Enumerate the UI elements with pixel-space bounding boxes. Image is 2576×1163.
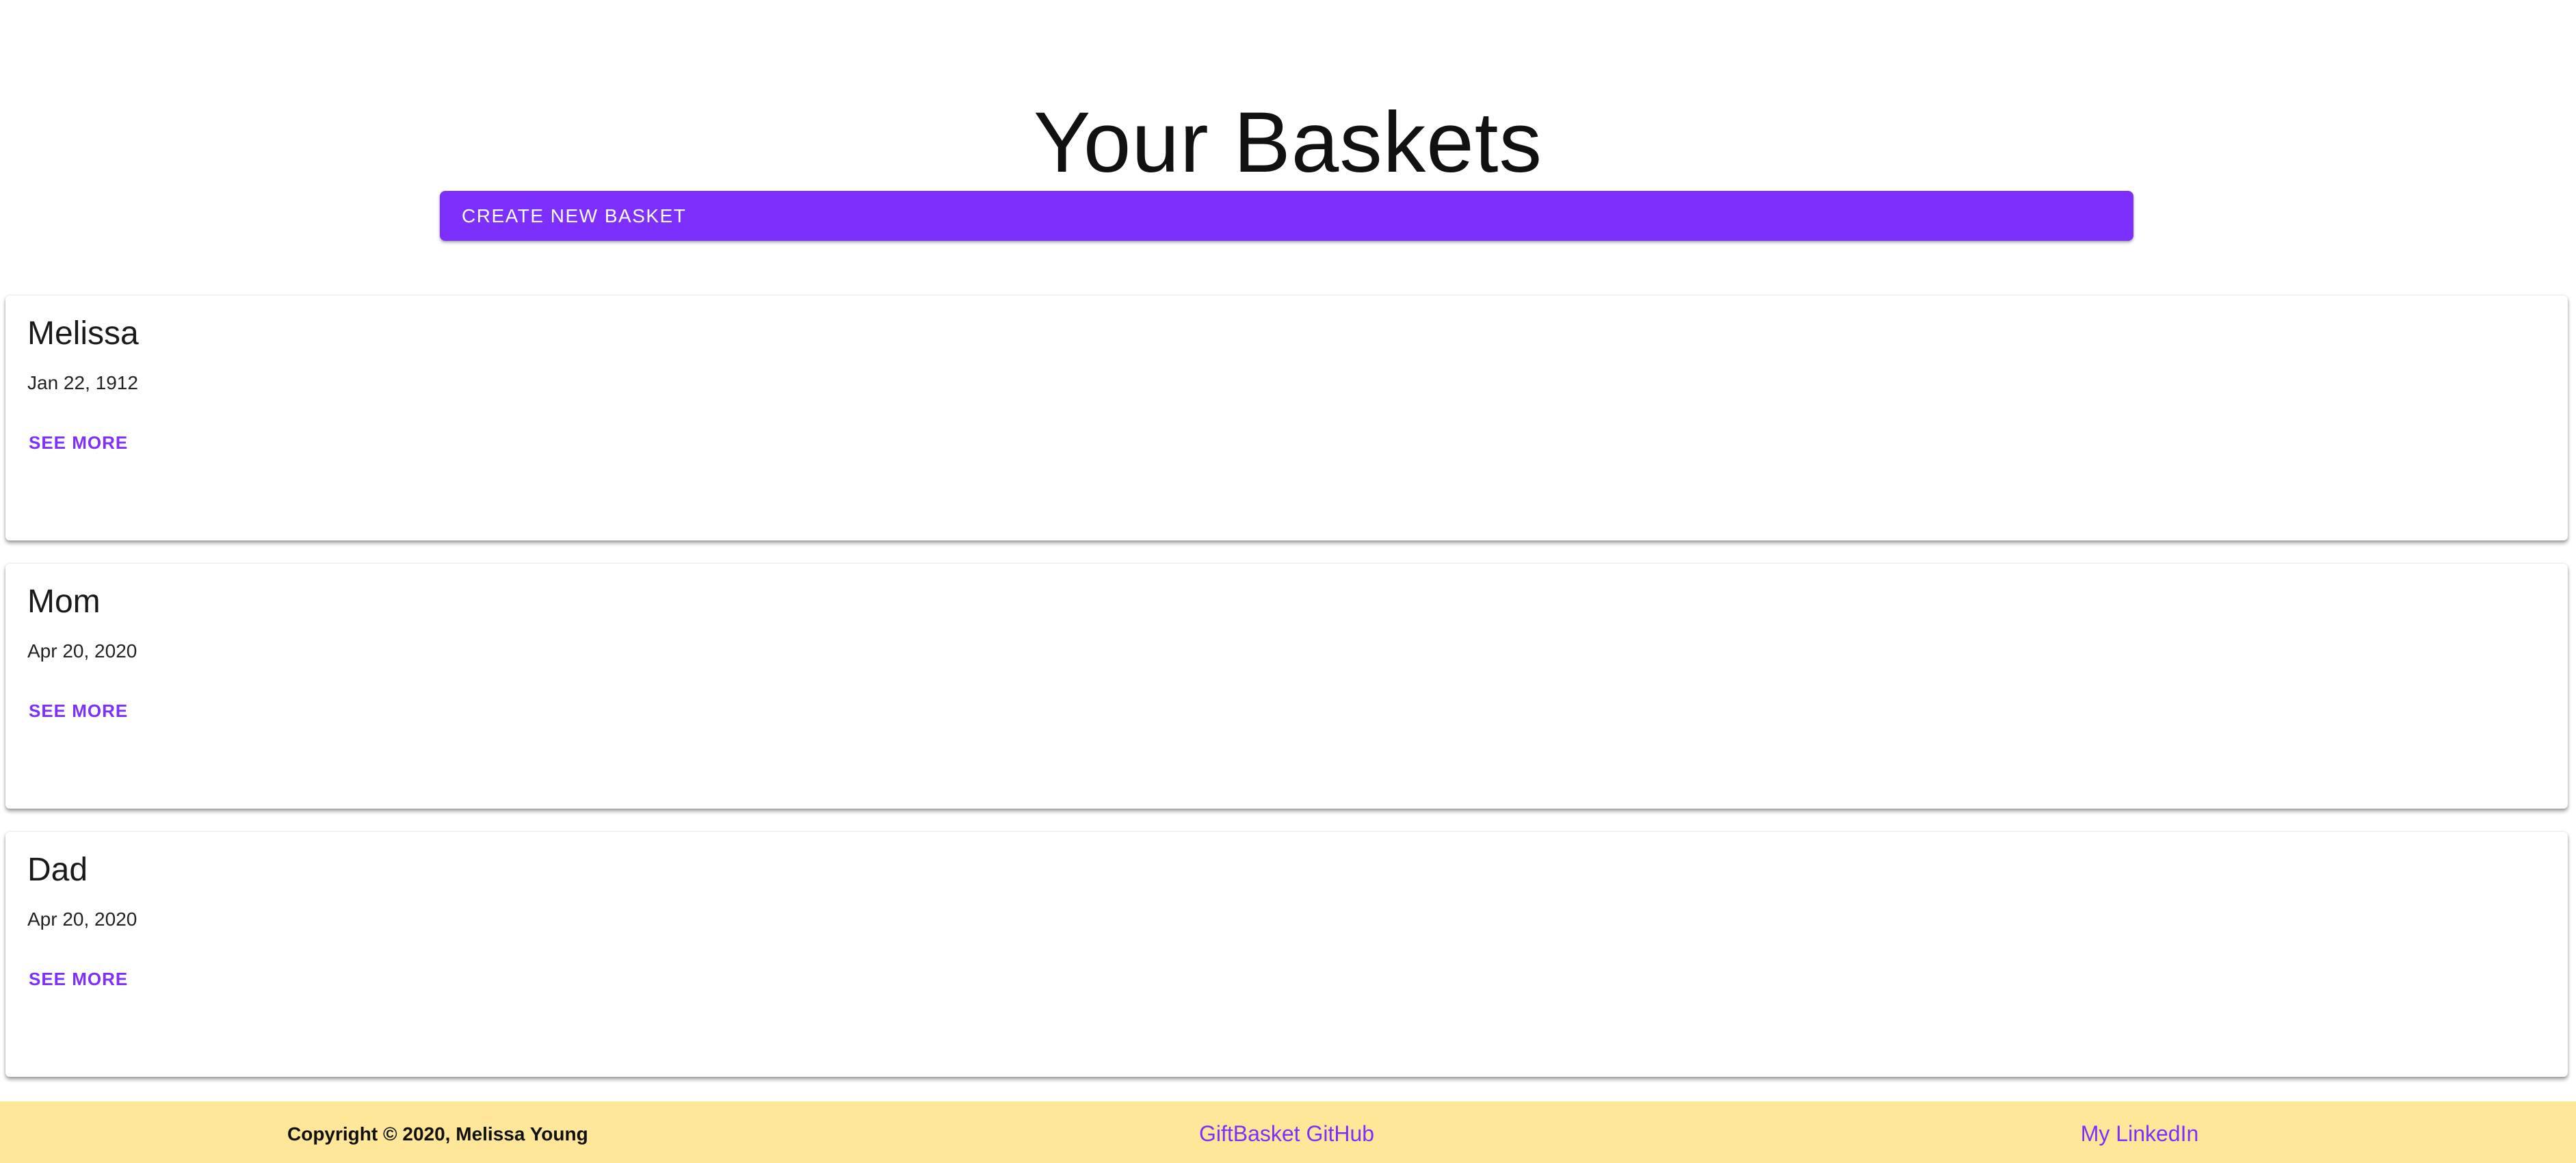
linkedin-link[interactable]: My LinkedIn — [1934, 1121, 2345, 1147]
basket-name: Mom — [27, 584, 101, 620]
create-basket-button[interactable]: CREATE NEW BASKET — [440, 191, 2133, 241]
basket-card: Dad Apr 20, 2020 SEE MORE — [5, 832, 2568, 1077]
see-more-button[interactable]: SEE MORE — [18, 963, 139, 995]
basket-date: Apr 20, 2020 — [27, 909, 137, 930]
basket-card: Mom Apr 20, 2020 SEE MORE — [5, 564, 2568, 809]
basket-date: Apr 20, 2020 — [27, 640, 137, 662]
footer-copyright: Copyright © 2020, Melissa Young — [287, 1123, 588, 1145]
see-more-button[interactable]: SEE MORE — [18, 427, 139, 459]
footer: Copyright © 2020, Melissa Young GiftBask… — [0, 1101, 2576, 1163]
page-title: Your Baskets — [1034, 94, 1542, 190]
basket-name: Melissa — [27, 315, 139, 352]
basket-date: Jan 22, 1912 — [27, 372, 138, 393]
github-link[interactable]: GiftBasket GitHub — [1081, 1121, 1492, 1147]
basket-name: Dad — [27, 852, 88, 888]
see-more-button[interactable]: SEE MORE — [18, 695, 139, 727]
basket-card: Melissa Jan 22, 1912 SEE MORE — [5, 296, 2568, 540]
